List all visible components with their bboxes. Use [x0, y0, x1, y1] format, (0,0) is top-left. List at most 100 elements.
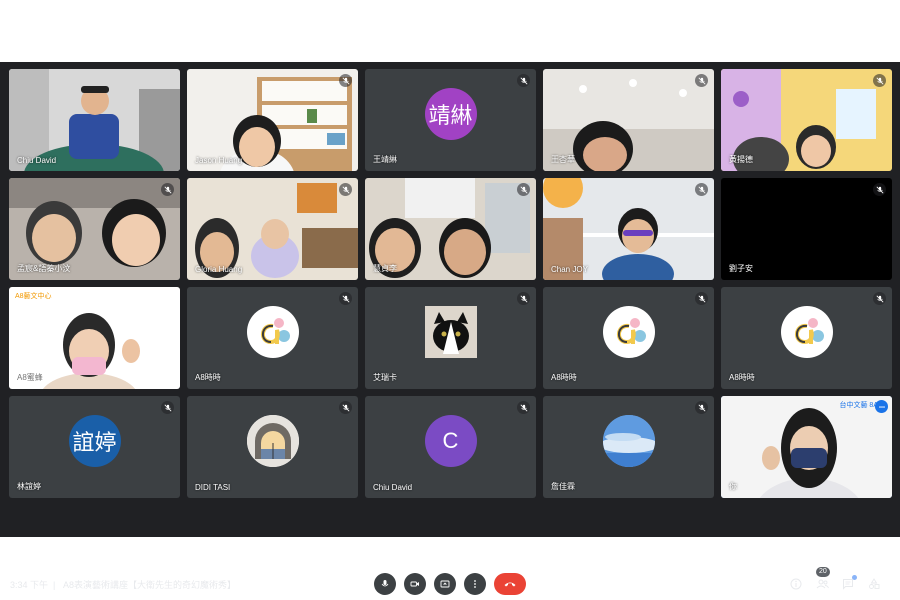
participants-button[interactable]: 20 [814, 567, 830, 592]
participant-name: Gloria Huang [195, 265, 243, 274]
mic-off-icon [873, 183, 886, 196]
participant-name: A8時時 [551, 373, 577, 382]
call-controls [374, 573, 526, 595]
sky-photo-icon [602, 414, 655, 467]
mic-off-icon [339, 74, 352, 87]
present-screen-icon [440, 580, 450, 588]
info-icon [790, 578, 802, 590]
arch-photo-icon [246, 414, 299, 467]
participant-name: Chiu David [17, 156, 57, 165]
activities-button[interactable] [866, 576, 882, 592]
participant-tile[interactable]: Chiu David [9, 69, 180, 171]
participant-name: Jason Huang [195, 156, 243, 165]
mic-off-icon [517, 74, 530, 87]
participant-name: A8時時 [729, 373, 755, 382]
participant-name: A8時時 [195, 373, 221, 382]
participant-tile[interactable]: 靖綝 王靖綝 [365, 69, 536, 171]
participant-grid: Chiu David Jason Huang 靖綝 王靖綝 王杏華 黃揚德 孟宸… [9, 69, 892, 498]
participant-name: 孟宸&語蓁小汶 [17, 264, 71, 273]
participant-tile[interactable]: 慧貞李 [365, 178, 536, 280]
mic-off-icon [873, 74, 886, 87]
participant-name: Chan JOY [551, 265, 588, 274]
end-call-icon [504, 582, 516, 587]
meeting-title: A8表演藝術講座【大衛先生的奇幻魔術秀】 [63, 579, 237, 590]
meeting-stage: Chiu David Jason Huang 靖綝 王靖綝 王杏華 黃揚德 孟宸… [0, 62, 900, 595]
participant-tile[interactable]: 艾瑞卡 [365, 287, 536, 389]
meeting-time: 3:34 下午 | [10, 579, 56, 590]
participant-name: 艾瑞卡 [373, 373, 397, 382]
more-vert-icon [474, 580, 476, 588]
participant-name: 林誼婷 [17, 482, 41, 491]
audio-level-icon [875, 400, 888, 413]
participant-name: 慧貞李 [373, 264, 397, 273]
leave-call-button[interactable] [494, 573, 526, 595]
participant-tile[interactable]: Jason Huang [187, 69, 358, 171]
participant-name: 王靖綝 [373, 155, 397, 164]
mic-off-icon [517, 401, 530, 414]
participant-avatar: 靖綝 [424, 87, 477, 140]
mic-off-icon [695, 292, 708, 305]
avatar-initials: C [442, 427, 459, 453]
mic-off-icon [339, 183, 352, 196]
participant-name: 你 [729, 482, 737, 491]
present-screen-button[interactable] [434, 573, 456, 595]
participant-tile[interactable]: A8藝文中心 A8蜜蜂 [9, 287, 180, 389]
participant-tile[interactable]: 誼婷 林誼婷 [9, 396, 180, 498]
mic-off-icon [695, 401, 708, 414]
participant-avatar: C [424, 414, 477, 467]
a8-logo-text: A8藝文中心 [15, 293, 52, 300]
video-camera-icon [410, 581, 419, 587]
mic-off-icon [339, 401, 352, 414]
participant-name: Chiu David [373, 483, 413, 492]
camera-button[interactable] [404, 573, 426, 595]
mic-off-icon [517, 292, 530, 305]
participant-avatar: 誼婷 [68, 414, 121, 467]
microphone-icon [381, 580, 389, 587]
participant-name: 黃揚德 [729, 155, 753, 164]
activities-shapes-icon [869, 578, 880, 589]
a8-logo-icon [602, 305, 655, 358]
a8-logo-icon [246, 305, 299, 358]
mic-off-icon [517, 183, 530, 196]
participant-tile[interactable]: 王杏華 [543, 69, 714, 171]
people-icon [816, 579, 829, 589]
more-options-button[interactable] [464, 573, 486, 595]
participant-name: 王杏華 [551, 155, 575, 164]
participant-name: DIDI TASI [195, 483, 231, 492]
microphone-button[interactable] [374, 573, 396, 595]
participant-name: A8蜜蜂 [17, 373, 43, 382]
avatar-initials: 誼婷 [72, 429, 117, 455]
participant-tile[interactable]: A8時時 [543, 287, 714, 389]
avatar-initials: 靖綝 [428, 102, 473, 128]
organizer-logo-text: 台中文藝 8A [839, 402, 878, 409]
participant-tile[interactable]: 孟宸&語蓁小汶 [9, 178, 180, 280]
chat-button[interactable] [840, 575, 857, 592]
video-feed [721, 396, 892, 498]
mic-off-icon [339, 292, 352, 305]
meeting-details-button[interactable] [788, 576, 804, 592]
participant-tile[interactable]: 黃揚德 [721, 69, 892, 171]
participant-tile[interactable]: C Chiu David [365, 396, 536, 498]
participant-name: 劉子安 [729, 264, 753, 273]
participant-tile[interactable]: DIDI TASI [187, 396, 358, 498]
mic-off-icon [161, 401, 174, 414]
participant-tile[interactable]: 詹佳霖 [543, 396, 714, 498]
participant-tile[interactable]: Chan JOY [543, 178, 714, 280]
participant-count-badge: 20 [816, 567, 830, 577]
chat-icon [843, 579, 853, 590]
mic-off-icon [695, 74, 708, 87]
participant-tile[interactable]: A8時時 [187, 287, 358, 389]
unread-dot [852, 575, 857, 580]
self-view-tile[interactable]: 台中文藝 8A 你 [721, 396, 892, 498]
participant-tile[interactable]: 劉子安 [721, 178, 892, 280]
bottom-toolbar: 3:34 下午 | A8表演藝術講座【大衛先生的奇幻魔術秀】 20 [0, 567, 900, 599]
a8-logo-icon [780, 305, 833, 358]
participant-name: 詹佳霖 [551, 482, 575, 491]
participant-tile[interactable]: A8時時 [721, 287, 892, 389]
mic-off-icon [873, 292, 886, 305]
mic-off-icon [161, 183, 174, 196]
mic-off-icon [695, 183, 708, 196]
participant-tile[interactable]: Gloria Huang [187, 178, 358, 280]
cat-photo-icon [424, 305, 477, 358]
meeting-side-controls: 20 [788, 567, 882, 592]
